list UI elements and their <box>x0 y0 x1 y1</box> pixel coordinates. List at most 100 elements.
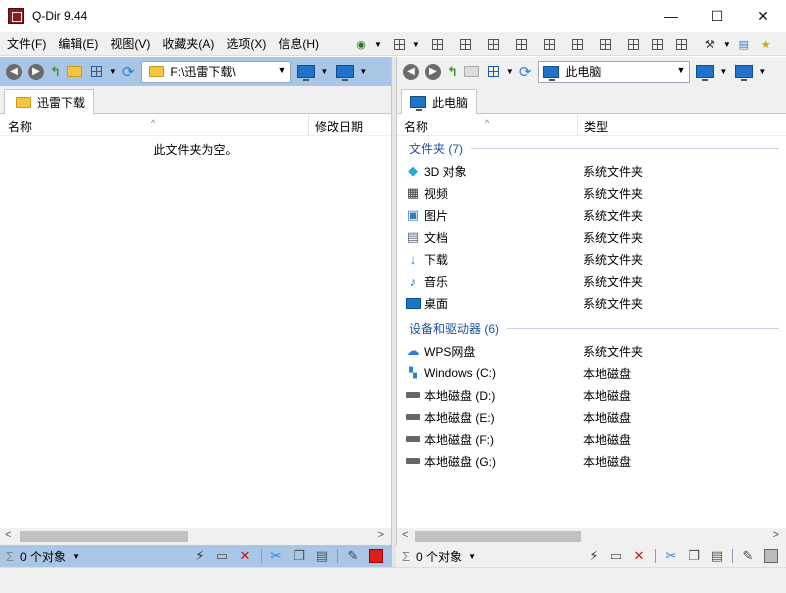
list-item[interactable]: ▤ 文档 系统文件夹 <box>405 226 780 248</box>
group-header-folders[interactable]: 文件夹 (7) <box>409 139 779 157</box>
chevron-down-icon[interactable]: ▼ <box>374 40 382 49</box>
layout-icon[interactable] <box>571 38 583 50</box>
chevron-down-icon[interactable]: ▼ <box>72 552 80 561</box>
back-icon[interactable]: ◀ <box>403 63 419 80</box>
maximize-button[interactable]: ☐ <box>694 0 740 32</box>
back-icon[interactable]: ◀ <box>6 63 22 80</box>
menu-edit[interactable]: 编辑(E) <box>53 32 103 56</box>
rename-icon[interactable]: ▭ <box>214 548 230 564</box>
menu-favorites[interactable]: 收藏夹(A) <box>157 32 219 56</box>
up-folder-icon[interactable]: ↰ <box>50 64 61 80</box>
pen-icon[interactable]: ✎ <box>345 548 361 564</box>
list-item[interactable]: ▣ 图片 系统文件夹 <box>405 204 780 226</box>
scroll-thumb[interactable] <box>415 531 581 542</box>
list-item[interactable]: 本地磁盘 (D:) 本地磁盘 <box>405 384 780 406</box>
column-name[interactable]: 名称 <box>404 118 428 135</box>
cut-icon[interactable]: ✂ <box>663 548 679 564</box>
chevron-down-icon[interactable]: ▼ <box>676 65 685 75</box>
paste-icon[interactable]: ▤ <box>709 548 725 564</box>
chevron-down-icon[interactable]: ▼ <box>109 67 117 76</box>
view-mode-icon[interactable] <box>487 66 499 77</box>
cut-icon[interactable]: ✂ <box>268 548 284 564</box>
scroll-left-icon[interactable]: < <box>402 529 408 541</box>
forward-icon[interactable]: ▶ <box>425 63 441 80</box>
right-address-bar[interactable]: 此电脑 ▼ <box>538 60 691 83</box>
layout-icon[interactable] <box>651 38 663 50</box>
new-folder-icon[interactable] <box>66 66 82 77</box>
menu-info[interactable]: 信息(H) <box>273 32 324 56</box>
printer-icon[interactable]: ▤ <box>736 36 752 52</box>
view-mode-icon[interactable] <box>90 66 102 77</box>
layout-icon[interactable] <box>487 38 499 50</box>
list-item[interactable]: 桌面 系统文件夹 <box>405 292 780 314</box>
scroll-right-icon[interactable]: > <box>773 529 779 541</box>
layout-icon[interactable] <box>675 38 687 50</box>
rename-icon[interactable]: ▭ <box>608 548 624 564</box>
tools-icon[interactable]: ⚒ <box>702 36 718 52</box>
delete-icon[interactable]: ✕ <box>237 548 253 564</box>
list-item[interactable]: ▚ Windows (C:) 本地磁盘 <box>405 362 780 384</box>
monitor-icon[interactable] <box>735 65 754 81</box>
layout-4pane-icon[interactable] <box>393 38 405 50</box>
right-horizontal-scrollbar[interactable]: < > <box>397 528 786 545</box>
chevron-down-icon[interactable]: ▼ <box>277 65 286 75</box>
column-name[interactable]: 名称 <box>8 118 32 135</box>
layout-icon[interactable] <box>515 38 527 50</box>
refresh-icon[interactable]: ⟳ <box>122 63 135 81</box>
scroll-thumb[interactable] <box>20 531 188 542</box>
scroll-right-icon[interactable]: > <box>378 529 384 541</box>
chevron-down-icon[interactable]: ▼ <box>758 67 766 76</box>
layout-icon[interactable] <box>543 38 555 50</box>
list-item[interactable]: ↓ 下载 系统文件夹 <box>405 248 780 270</box>
copy-icon[interactable]: ❐ <box>291 548 307 564</box>
refresh-icon[interactable]: ⟳ <box>519 63 532 81</box>
left-address-bar[interactable]: F:\迅雷下载\ ▼ <box>141 60 292 83</box>
lightning-icon[interactable]: ⚡ <box>586 548 602 564</box>
monitor-icon[interactable] <box>696 65 715 81</box>
delete-icon[interactable]: ✕ <box>631 548 647 564</box>
chevron-down-icon[interactable]: ▼ <box>320 67 328 76</box>
list-item[interactable]: ☁ WPS网盘 系统文件夹 <box>405 340 780 362</box>
layout-icon[interactable] <box>431 38 443 50</box>
stop-icon[interactable] <box>368 548 384 564</box>
forward-icon[interactable]: ▶ <box>28 63 44 80</box>
minimize-button[interactable]: — <box>648 0 694 32</box>
menu-options[interactable]: 选项(X) <box>221 32 271 56</box>
chevron-down-icon[interactable]: ▼ <box>468 552 476 561</box>
new-folder-icon[interactable] <box>463 66 479 77</box>
stop-icon[interactable] <box>763 548 779 564</box>
list-item[interactable]: 本地磁盘 (E:) 本地磁盘 <box>405 406 780 428</box>
monitor-icon[interactable] <box>297 65 316 81</box>
tab-left-current[interactable]: 迅雷下载 <box>4 89 95 114</box>
chevron-down-icon[interactable]: ▼ <box>723 40 731 49</box>
menu-file[interactable]: 文件(F) <box>2 32 51 56</box>
left-horizontal-scrollbar[interactable]: < > <box>0 528 391 545</box>
chevron-down-icon[interactable]: ▼ <box>506 67 514 76</box>
tab-right-current[interactable]: 此电脑 <box>401 89 478 114</box>
menu-view[interactable]: 视图(V) <box>105 32 155 56</box>
star-add-icon[interactable]: ★ <box>758 36 774 52</box>
list-item[interactable]: 本地磁盘 (G:) 本地磁盘 <box>405 450 780 472</box>
chevron-down-icon[interactable]: ▼ <box>359 67 367 76</box>
lightning-icon[interactable]: ⚡ <box>192 548 208 564</box>
paste-icon[interactable]: ▤ <box>314 548 330 564</box>
copy-icon[interactable]: ❐ <box>686 548 702 564</box>
list-item[interactable]: ▦ 视频 系统文件夹 <box>405 182 780 204</box>
list-item[interactable]: ♪ 音乐 系统文件夹 <box>405 270 780 292</box>
up-folder-icon[interactable]: ↰ <box>447 64 458 80</box>
chevron-down-icon[interactable]: ▼ <box>412 40 420 49</box>
pen-icon[interactable]: ✎ <box>740 548 756 564</box>
column-type[interactable]: 类型 <box>584 118 608 135</box>
scroll-left-icon[interactable]: < <box>5 529 11 541</box>
chevron-down-icon[interactable]: ▼ <box>719 67 727 76</box>
group-header-devices[interactable]: 设备和驱动器 (6) <box>409 319 779 337</box>
list-item[interactable]: 本地磁盘 (F:) 本地磁盘 <box>405 428 780 450</box>
list-item[interactable]: ◆ 3D 对象 系统文件夹 <box>405 160 780 182</box>
layout-icon[interactable] <box>459 38 471 50</box>
layout-icon[interactable] <box>627 38 639 50</box>
monitor-icon[interactable] <box>336 65 355 81</box>
column-modified[interactable]: 修改日期 <box>315 118 363 135</box>
globe-icon[interactable]: ◉ <box>353 36 369 52</box>
close-button[interactable]: ✕ <box>740 0 786 32</box>
layout-icon[interactable] <box>599 38 611 50</box>
